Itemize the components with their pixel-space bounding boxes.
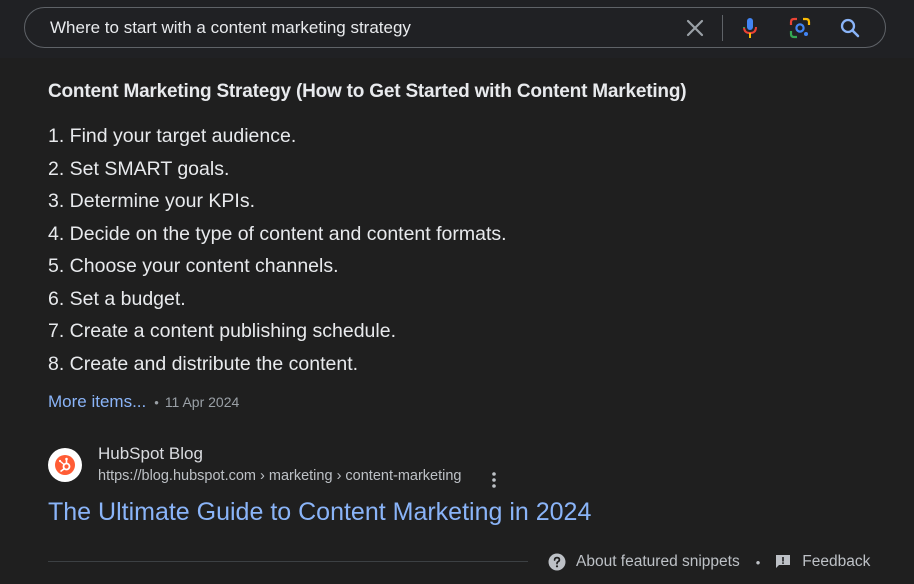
snippet-date: 11 Apr 2024 [164,394,240,410]
google-lens-icon[interactable] [788,16,812,40]
result-title-link[interactable]: The Ultimate Guide to Content Marketing … [48,498,591,527]
search-box[interactable]: Where to start with a content marketing … [24,7,886,48]
feedback-icon[interactable] [774,553,792,571]
snippet-steps-list: 1. Find your target audience. 2. Set SMA… [48,120,507,380]
search-icon[interactable] [838,16,862,40]
list-item: 2. Set SMART goals. [48,157,230,180]
site-url[interactable]: https://blog.hubspot.com › marketing › c… [98,468,461,484]
featured-snippet: Content Marketing Strategy (How to Get S… [0,58,914,584]
search-box-divider [722,15,723,41]
microphone-icon[interactable] [738,16,762,40]
list-item: 7. Create a content publishing schedule. [48,320,396,342]
close-icon[interactable] [683,16,707,40]
separator-dot: • [755,554,761,570]
list-item: 1. Find your target audience. [48,125,297,147]
about-featured-snippets-link[interactable]: About featured snippets [576,553,740,571]
more-vert-icon[interactable] [484,469,504,491]
list-item: 5. Choose your content channels. [48,255,339,277]
result-source[interactable]: HubSpot Blog https://blog.hubspot.com › … [48,444,508,492]
list-item: 6. Set a budget. [48,287,186,310]
list-item: 3. Determine your KPIs. [48,190,255,212]
search-input[interactable]: Where to start with a content marketing … [50,18,411,38]
help-icon[interactable] [548,553,566,571]
divider [48,561,528,562]
list-item: 8. Create and distribute the content. [48,352,359,375]
site-name[interactable]: HubSpot Blog [98,444,203,464]
feedback-link[interactable]: Feedback [802,553,870,571]
search-header: Where to start with a content marketing … [0,0,914,58]
list-item: 4. Decide on the type of content and con… [48,222,507,245]
snippet-title: Content Marketing Strategy (How to Get S… [48,81,687,102]
hubspot-logo-icon [48,448,82,482]
snippet-meta: More items... • 11 Apr 2024 [48,392,239,412]
more-items-link[interactable]: More items... [48,392,146,412]
separator-dot: • [154,395,159,410]
snippet-footer: About featured snippets • Feedback [548,551,870,573]
